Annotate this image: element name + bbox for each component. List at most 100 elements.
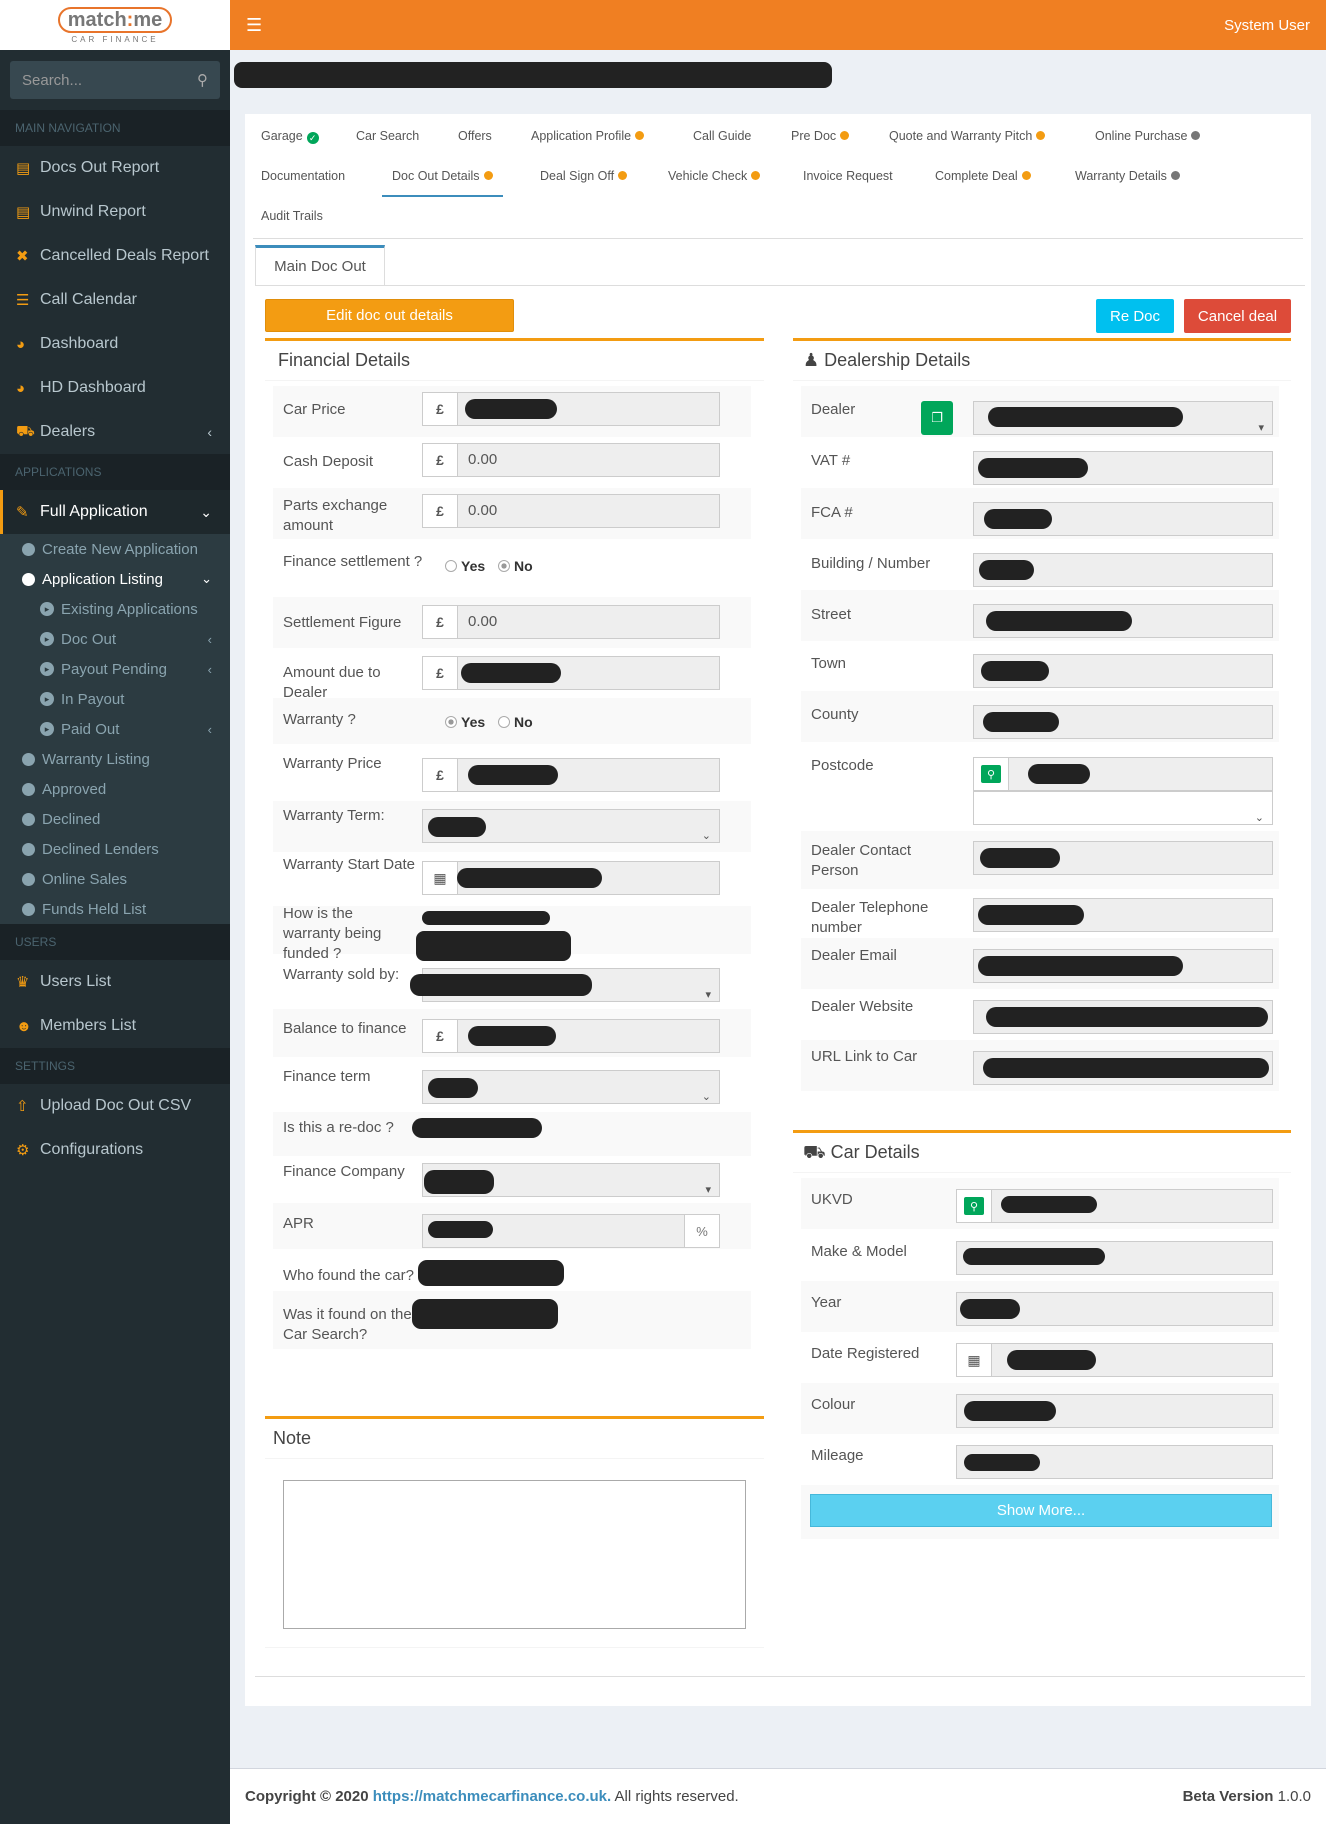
sidebar-item-paid-out[interactable]: ▸ Paid Out ‹ [0, 714, 230, 744]
circle-icon [22, 782, 35, 796]
sidebar-item-doc-out[interactable]: ▸ Doc Out ‹ [0, 624, 230, 654]
redacted-value [981, 661, 1049, 681]
tab-deal-sign-off[interactable]: Deal Sign Off [540, 169, 628, 183]
tab-online-purchase[interactable]: Online Purchase [1095, 129, 1201, 143]
finance-settlement-no-radio[interactable]: No [498, 558, 533, 574]
tab-garage[interactable]: Garage ✓ [261, 129, 319, 144]
caret-down-icon: ▾ [705, 989, 711, 1001]
postcode-search-button[interactable]: ⚲ [973, 757, 1009, 791]
balance-to-finance-label: Balance to finance [283, 1020, 407, 1037]
date-registered-label: Date Registered [811, 1345, 920, 1362]
user-menu[interactable]: System User [1224, 17, 1310, 34]
sidebar-item-approved[interactable]: Approved [0, 774, 230, 804]
tab-label: Audit Trails [261, 209, 323, 223]
sidebar-item-create-new-application[interactable]: Create New Application [0, 534, 230, 564]
sidebar-item-cancelled-deals-report[interactable]: ✖ Cancelled Deals Report [0, 234, 230, 278]
search-icon[interactable]: ⚲ [197, 71, 208, 89]
sidebar-item-declined-lenders[interactable]: Declined Lenders [0, 834, 230, 864]
logo[interactable]: match:me CAR FINANCE [0, 0, 230, 50]
cash-deposit-input[interactable]: 0.00 [457, 443, 720, 477]
ukvd-search-button[interactable]: ⚲ [956, 1189, 992, 1223]
sidebar-item-declined[interactable]: Declined [0, 804, 230, 834]
tab-offers[interactable]: Offers [458, 129, 492, 143]
warranty-yes-radio[interactable]: Yes [445, 714, 485, 730]
warranty-no-radio[interactable]: No [498, 714, 533, 730]
url-link-label: URL Link to Car [811, 1048, 918, 1065]
sidebar-item-warranty-listing[interactable]: Warranty Listing [0, 744, 230, 774]
main-content-box: Garage ✓ Car Search Offers Application Pr… [245, 114, 1311, 1706]
sidebar-item-dealers[interactable]: ⛟ Dealers ‹ [0, 410, 230, 454]
chevron-down-icon: ⌄ [701, 830, 711, 842]
cancel-deal-button[interactable]: Cancel deal [1184, 299, 1291, 333]
settlement-figure-input[interactable]: 0.00 [457, 605, 720, 639]
tab-vehicle-check[interactable]: Vehicle Check [668, 169, 761, 183]
sidebar-item-in-payout[interactable]: ▸ In Payout [0, 684, 230, 714]
status-dot-icon [1170, 171, 1180, 180]
street-label: Street [811, 606, 852, 623]
show-more-button[interactable]: Show More... [810, 1494, 1272, 1527]
tab-documentation[interactable]: Documentation [261, 169, 345, 183]
finance-settlement-yes-radio[interactable]: Yes [445, 558, 485, 574]
sidebar-item-members-list[interactable]: ☻ Members List [0, 1004, 230, 1048]
tab-warranty-details[interactable]: Warranty Details [1075, 169, 1180, 183]
chevron-circle-right-icon: ▸ [40, 632, 54, 646]
tab-audit-trails[interactable]: Audit Trails [261, 209, 323, 223]
footer-link[interactable]: https://matchmecarfinance.co.uk. [373, 1788, 611, 1805]
sidebar-item-unwind-report[interactable]: ▤ Unwind Report [0, 190, 230, 234]
search-input[interactable] [22, 71, 172, 89]
tab-doc-out-details[interactable]: Doc Out Details [382, 169, 503, 197]
sidebar-item-call-calendar[interactable]: ☰ Call Calendar [0, 278, 230, 322]
sidebar-item-dashboard[interactable]: ◕ Dashboard [0, 322, 230, 366]
tab-quote-warranty-pitch[interactable]: Quote and Warranty Pitch [889, 129, 1046, 143]
tab-invoice-request[interactable]: Invoice Request [803, 169, 893, 183]
chevron-down-icon: ⌄ [200, 503, 212, 520]
times-circle-icon: ✖ [16, 248, 29, 265]
tab-label: Offers [458, 129, 492, 143]
tab-call-guide[interactable]: Call Guide [693, 129, 751, 143]
edit-doc-out-details-button[interactable]: Edit doc out details [265, 299, 514, 332]
status-dot-icon [1191, 131, 1201, 140]
sidebar-item-application-listing[interactable]: Application Listing ⌄ [0, 564, 230, 594]
redoc-button[interactable]: Re Doc [1096, 299, 1174, 333]
user-lock-icon: ♛ [16, 974, 30, 991]
address-select[interactable]: ⌄ [973, 791, 1273, 825]
warranty-funded-label: How is the warranty being funded ? [283, 905, 382, 962]
tab-main-doc-out[interactable]: Main Doc Out [255, 245, 385, 285]
tab-pre-doc[interactable]: Pre Doc [791, 129, 850, 143]
redacted-value [461, 663, 561, 683]
redacted-value [984, 509, 1052, 529]
tab-application-profile[interactable]: Application Profile [531, 129, 645, 143]
redacted-value [424, 1170, 494, 1194]
sidebar-item-label: Users List [40, 973, 112, 990]
sidebar-item-funds-held-list[interactable]: Funds Held List [0, 894, 230, 924]
sidebar-item-payout-pending[interactable]: ▸ Payout Pending ‹ [0, 654, 230, 684]
sidebar-item-docs-out-report[interactable]: ▤ Docs Out Report [0, 146, 230, 190]
copy-icon[interactable]: ❐ [921, 401, 953, 435]
redacted-value [410, 974, 592, 996]
sidebar-item-hd-dashboard[interactable]: ◕ HD Dashboard [0, 366, 230, 410]
tab-car-search[interactable]: Car Search [356, 129, 419, 143]
currency-addon: £ [422, 758, 458, 792]
sidebar-item-users-list[interactable]: ♛ Users List [0, 960, 230, 1004]
redacted-value [416, 931, 571, 961]
redacted-value [980, 848, 1060, 868]
tab-complete-deal[interactable]: Complete Deal [935, 169, 1031, 183]
currency-addon: £ [422, 443, 458, 477]
redacted-value [978, 905, 1084, 925]
sidebar-item-full-application[interactable]: ✎ Full Application ⌄ [0, 490, 230, 534]
check-icon: ✓ [306, 132, 319, 144]
subtab-divider [255, 285, 1305, 286]
parts-exchange-input[interactable]: 0.00 [457, 494, 720, 528]
hamburger-menu-icon[interactable]: ☰ [246, 15, 262, 36]
tab-label: Warranty Details [1075, 169, 1167, 183]
radio-icon [498, 560, 510, 572]
financial-details-panel: Financial Details Car Price £ Cash Depos… [265, 338, 764, 1394]
sidebar-item-online-sales[interactable]: Online Sales [0, 864, 230, 894]
chevron-down-icon: ⌄ [1254, 812, 1264, 824]
sidebar-item-existing-applications[interactable]: ▸ Existing Applications [0, 594, 230, 624]
status-dot-icon [1036, 131, 1046, 140]
redacted-value [983, 1058, 1269, 1078]
sidebar-item-upload-doc-out-csv[interactable]: ⇧ Upload Doc Out CSV [0, 1084, 230, 1128]
note-textarea[interactable] [283, 1480, 746, 1629]
sidebar-item-configurations[interactable]: ⚙ Configurations [0, 1128, 230, 1172]
